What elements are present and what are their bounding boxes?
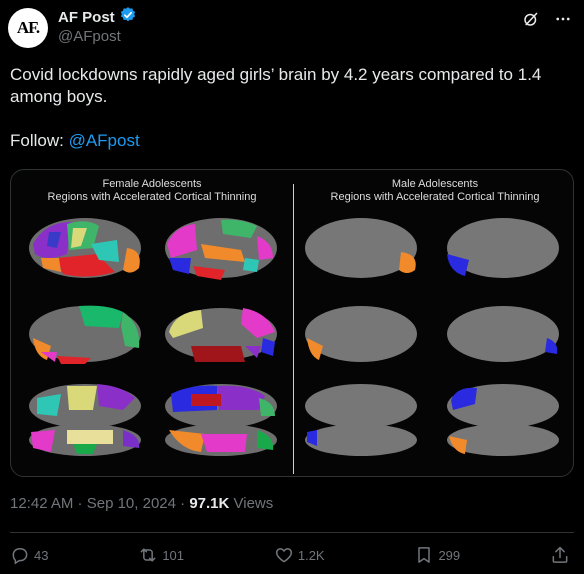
brain-image bbox=[305, 306, 417, 362]
share-icon bbox=[552, 546, 568, 563]
tweet-text-line: among boys. bbox=[10, 87, 108, 106]
author-handle[interactable]: @AFpost bbox=[58, 28, 137, 45]
follow-line: Follow: @AFpost bbox=[10, 130, 570, 152]
avatar[interactable]: AF. bbox=[8, 8, 48, 48]
bookmark-icon bbox=[418, 547, 431, 563]
brain-image bbox=[165, 218, 277, 280]
tweet-text-line: Covid lockdowns rapidly aged girls’ brai… bbox=[10, 65, 542, 84]
male-panel-title: Male Adolescents Regions with Accelerate… bbox=[294, 178, 573, 204]
follow-label: Follow: bbox=[10, 131, 69, 150]
author-info: AF Post @AFpost bbox=[58, 6, 137, 45]
name-row: AF Post bbox=[58, 6, 137, 29]
brain-image bbox=[447, 306, 559, 362]
brain-image bbox=[447, 218, 559, 278]
tweet-header: AF. AF Post @AFpost bbox=[8, 6, 572, 52]
tweet-media-image[interactable]: Female Adolescents Regions with Accelera… bbox=[10, 169, 574, 477]
bookmark-button[interactable]: 299 bbox=[414, 545, 460, 565]
brain-image bbox=[165, 308, 277, 362]
repost-icon bbox=[140, 548, 156, 562]
brain-image bbox=[305, 218, 417, 278]
tweet-date[interactable]: Sep 10, 2024 bbox=[87, 495, 176, 512]
views-label: Views bbox=[229, 495, 274, 512]
brain-image bbox=[165, 384, 277, 456]
verified-badge-icon bbox=[119, 6, 137, 29]
panel-divider bbox=[293, 184, 294, 474]
divider bbox=[10, 532, 574, 533]
display-name[interactable]: AF Post bbox=[58, 9, 115, 26]
tweet-meta: 12:42 AM · Sep 10, 2024 · 97.1K Views bbox=[10, 495, 273, 512]
male-title-line2: Regions with Accelerated Cortical Thinni… bbox=[330, 191, 540, 203]
repost-count: 101 bbox=[162, 547, 185, 563]
header-actions bbox=[522, 8, 572, 32]
reply-button[interactable]: 43 bbox=[10, 545, 48, 565]
tweet-text: Covid lockdowns rapidly aged girls’ brai… bbox=[10, 64, 570, 152]
tweet-time[interactable]: 12:42 AM bbox=[10, 495, 73, 512]
brain-image bbox=[29, 305, 141, 364]
female-title-line1: Female Adolescents bbox=[102, 178, 202, 190]
like-button[interactable]: 1.2K bbox=[274, 545, 325, 565]
meta-separator: · bbox=[73, 495, 87, 512]
bookmark-count: 299 bbox=[438, 547, 461, 563]
follow-mention-link[interactable]: @AFpost bbox=[69, 131, 140, 150]
repost-button[interactable]: 101 bbox=[138, 545, 184, 565]
brain-image bbox=[29, 218, 141, 278]
views-count: 97.1K bbox=[189, 495, 230, 512]
male-title-line1: Male Adolescents bbox=[391, 178, 479, 190]
reply-count: 43 bbox=[34, 547, 49, 563]
brain-image bbox=[29, 384, 141, 456]
brain-image bbox=[447, 384, 559, 456]
like-count: 1.2K bbox=[297, 547, 325, 563]
reply-icon bbox=[12, 548, 28, 565]
grok-icon[interactable] bbox=[522, 10, 540, 32]
female-title-line2: Regions with Accelerated Cortical Thinni… bbox=[47, 191, 257, 203]
brain-image bbox=[305, 384, 417, 456]
share-button[interactable] bbox=[550, 545, 570, 565]
more-icon[interactable] bbox=[554, 10, 572, 32]
action-bar: 43 101 1.2K 299 bbox=[10, 544, 570, 566]
female-panel-title: Female Adolescents Regions with Accelera… bbox=[11, 178, 293, 204]
heart-icon bbox=[275, 548, 292, 563]
meta-separator: · bbox=[175, 495, 190, 512]
avatar-text: AF. bbox=[16, 18, 40, 37]
